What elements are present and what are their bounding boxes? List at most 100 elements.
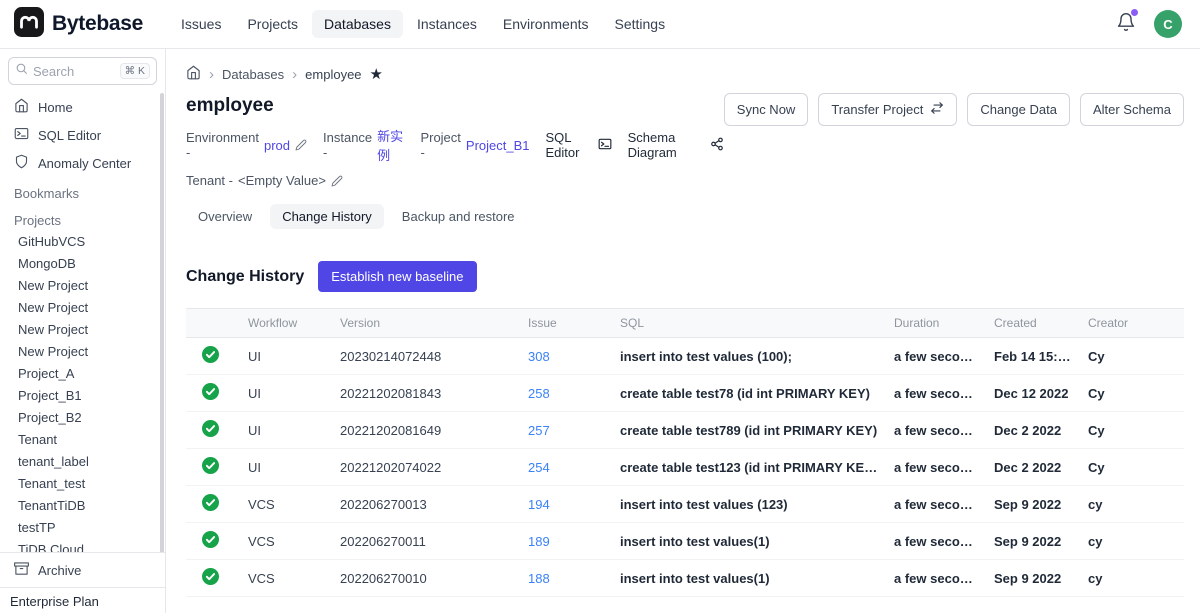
sidebar-item-label: Anomaly Center	[38, 156, 131, 171]
issue-link[interactable]: 308	[528, 349, 550, 364]
sidebar: ⌘ K Home SQL Editor Anomaly Center Bookm…	[0, 49, 166, 613]
sidebar-project-item[interactable]: Project_B1	[0, 385, 165, 407]
success-check-icon	[202, 457, 219, 474]
tab-overview[interactable]: Overview	[186, 204, 264, 229]
table-row[interactable]: UI 20230214072448 308 insert into test v…	[186, 338, 1184, 375]
issue-link[interactable]: 258	[528, 386, 550, 401]
environment-meta: Environment - prod	[186, 130, 307, 160]
workflow-cell: VCS	[240, 560, 332, 597]
main-content: › Databases › employee ★ employee Enviro…	[166, 49, 1200, 613]
sidebar-project-item[interactable]: New Project	[0, 319, 165, 341]
duration-cell: a few seconds	[886, 486, 986, 523]
success-check-icon	[202, 346, 219, 363]
workflow-cell: VCS	[240, 523, 332, 560]
terminal-icon	[14, 126, 29, 144]
success-check-icon	[202, 531, 219, 548]
table-row[interactable]: UI 20221202081649 257 create table test7…	[186, 412, 1184, 449]
nav-settings[interactable]: Settings	[603, 10, 678, 38]
establish-baseline-button[interactable]: Establish new baseline	[318, 261, 476, 292]
breadcrumb-databases[interactable]: Databases	[222, 67, 284, 82]
sidebar-project-item[interactable]: Tenant	[0, 429, 165, 451]
version-cell: 20221202074022	[332, 449, 520, 486]
sidebar-item-sql-editor[interactable]: SQL Editor	[0, 121, 165, 149]
terminal-icon	[598, 137, 612, 154]
sql-cell: insert into test values(1)	[612, 560, 886, 597]
table-row[interactable]: VCS 202206270010 188 insert into test va…	[186, 560, 1184, 597]
tab-backup-and-restore[interactable]: Backup and restore	[390, 204, 527, 229]
environment-link[interactable]: prod	[264, 138, 290, 153]
breadcrumb-home-icon[interactable]	[186, 65, 201, 83]
duration-column-header: Duration	[886, 309, 986, 338]
project-link[interactable]: Project_B1	[466, 138, 530, 153]
version-cell: 202206270010	[332, 560, 520, 597]
sidebar-project-item[interactable]: Tenant_test	[0, 473, 165, 495]
workflow-column-header: Workflow	[240, 309, 332, 338]
created-cell: Dec 2 2022	[986, 412, 1080, 449]
instance-link[interactable]: 新实例	[377, 126, 404, 164]
table-row[interactable]: VCS 202206270011 189 insert into test va…	[186, 523, 1184, 560]
shield-icon	[14, 154, 29, 172]
nav-issues[interactable]: Issues	[169, 10, 233, 38]
sidebar-item-anomaly-center[interactable]: Anomaly Center	[0, 149, 165, 177]
transfer-project-button[interactable]: Transfer Project	[818, 93, 957, 126]
sidebar-item-label: SQL Editor	[38, 128, 101, 143]
sidebar-project-item[interactable]: TenantTiDB	[0, 495, 165, 517]
version-cell: 20221202081649	[332, 412, 520, 449]
table-header-row: Workflow Version Issue SQL Duration Crea…	[186, 309, 1184, 338]
issue-link[interactable]: 188	[528, 571, 550, 586]
sidebar-project-item[interactable]: tenant_label	[0, 451, 165, 473]
edit-environment-icon[interactable]	[295, 139, 307, 151]
sidebar-project-item[interactable]: New Project	[0, 341, 165, 363]
version-cell: 202206270011	[332, 523, 520, 560]
issue-link[interactable]: 194	[528, 497, 550, 512]
avatar[interactable]: C	[1154, 10, 1182, 38]
table-row[interactable]: VCS 202206270013 194 insert into test va…	[186, 486, 1184, 523]
sidebar-project-item[interactable]: MongoDB	[0, 253, 165, 275]
table-row[interactable]: UI 20221202074022 254 create table test1…	[186, 449, 1184, 486]
creator-cell: Cy	[1080, 375, 1184, 412]
sidebar-item-archive[interactable]: Archive	[0, 552, 165, 587]
issue-link[interactable]: 189	[528, 534, 550, 549]
sync-now-button[interactable]: Sync Now	[724, 93, 809, 126]
alter-schema-button[interactable]: Alter Schema	[1080, 93, 1184, 126]
tenant-value: <Empty Value>	[238, 173, 326, 188]
sidebar-project-item[interactable]: New Project	[0, 297, 165, 319]
sidebar-project-item[interactable]: Project_B2	[0, 407, 165, 429]
sidebar-item-home[interactable]: Home	[0, 93, 165, 121]
issue-link[interactable]: 254	[528, 460, 550, 475]
tab-change-history[interactable]: Change History	[270, 204, 384, 229]
table-row[interactable]: UI 20221202081843 258 create table test7…	[186, 375, 1184, 412]
sidebar-project-item[interactable]: Project_A	[0, 363, 165, 385]
notifications-button[interactable]	[1116, 12, 1136, 37]
change-history-table: Workflow Version Issue SQL Duration Crea…	[186, 308, 1184, 597]
edit-tenant-icon[interactable]	[331, 175, 343, 187]
created-column-header: Created	[986, 309, 1080, 338]
workflow-cell: UI	[240, 338, 332, 375]
status-column-header	[186, 309, 240, 338]
created-cell: Dec 2 2022	[986, 449, 1080, 486]
search-input[interactable]	[33, 64, 95, 79]
nav-environments[interactable]: Environments	[491, 10, 601, 38]
version-cell: 20230214072448	[332, 338, 520, 375]
sql-cell: insert into test values(1)	[612, 523, 886, 560]
brand-logo[interactable]: Bytebase	[14, 7, 143, 42]
page-actions: Sync Now Transfer Project Change Data Al…	[724, 93, 1184, 126]
enterprise-plan-label[interactable]: Enterprise Plan	[0, 587, 165, 613]
created-cell: Sep 9 2022	[986, 560, 1080, 597]
change-data-button[interactable]: Change Data	[967, 93, 1070, 126]
search-box[interactable]: ⌘ K	[8, 57, 157, 85]
sidebar-project-item[interactable]: GitHubVCS	[0, 231, 165, 253]
nav-instances[interactable]: Instances	[405, 10, 489, 38]
sidebar-project-item[interactable]: New Project	[0, 275, 165, 297]
sql-editor-label: SQL Editor	[546, 130, 593, 160]
sql-editor-link[interactable]: SQL Editor	[546, 130, 612, 160]
project-meta: Project - Project_B1	[420, 130, 529, 160]
version-cell: 202206270013	[332, 486, 520, 523]
issue-link[interactable]: 257	[528, 423, 550, 438]
sidebar-scrollbar[interactable]	[160, 93, 164, 561]
nav-projects[interactable]: Projects	[235, 10, 310, 38]
schema-diagram-link[interactable]: Schema Diagram	[628, 130, 724, 160]
sidebar-project-item[interactable]: testTP	[0, 517, 165, 539]
nav-databases[interactable]: Databases	[312, 10, 403, 38]
bookmark-star-icon[interactable]: ★	[370, 65, 383, 83]
